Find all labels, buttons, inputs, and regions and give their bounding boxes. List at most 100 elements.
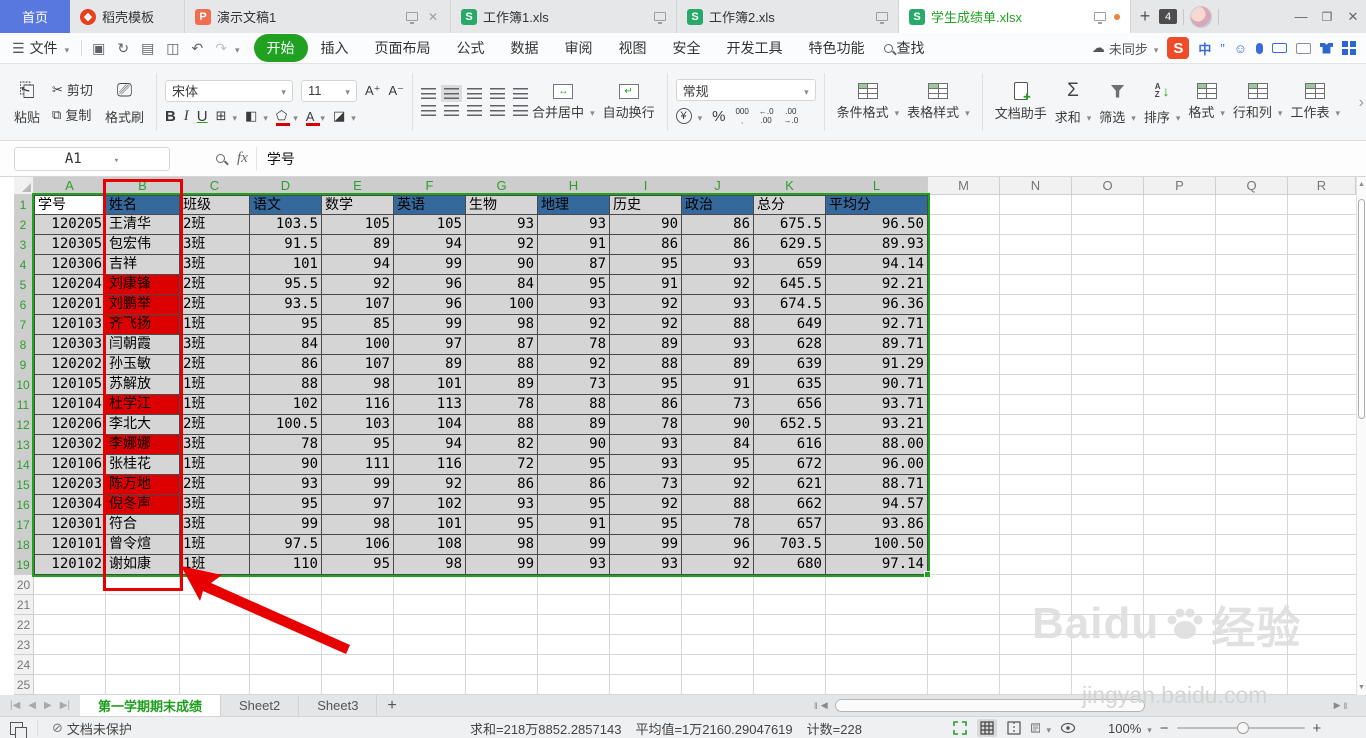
cell-I10[interactable]: 95: [610, 375, 682, 395]
row-header-21[interactable]: 21: [14, 595, 34, 615]
cell-L15[interactable]: 88.71: [826, 475, 928, 495]
col-header-P[interactable]: P: [1144, 177, 1216, 195]
cell-E4[interactable]: 94: [322, 255, 394, 275]
cell-F19[interactable]: 98: [394, 555, 466, 575]
cell-G14[interactable]: 72: [466, 455, 538, 475]
thousands-button[interactable]: 000,: [735, 107, 748, 125]
cell-J9[interactable]: 89: [682, 355, 754, 375]
cell-F9[interactable]: 89: [394, 355, 466, 375]
cut-button[interactable]: ✂ 剪切: [52, 80, 93, 99]
eye-protection-button[interactable]: [1058, 719, 1078, 737]
cell-K11[interactable]: 656: [754, 395, 826, 415]
cell-L6[interactable]: 96.36: [826, 295, 928, 315]
cell-B11[interactable]: 杜学江: [106, 395, 180, 415]
tab-formulas[interactable]: 公式: [444, 34, 498, 62]
cell-G6[interactable]: 100: [466, 295, 538, 315]
col-header-J[interactable]: J: [682, 177, 754, 195]
cell-H19[interactable]: 93: [538, 555, 610, 575]
tab-workbook2[interactable]: S 工作簿2.xls: [677, 0, 899, 33]
cell-G12[interactable]: 88: [466, 415, 538, 435]
cell-H2[interactable]: 93: [538, 215, 610, 235]
cell-F8[interactable]: 97: [394, 335, 466, 355]
cell-C12[interactable]: 2班: [180, 415, 250, 435]
cell-C1[interactable]: 班级: [180, 195, 250, 215]
cell-L5[interactable]: 92.21: [826, 275, 928, 295]
cell-I1[interactable]: 历史: [610, 195, 682, 215]
cell-A2[interactable]: 120205: [34, 215, 106, 235]
cell-G5[interactable]: 84: [466, 275, 538, 295]
cell-B15[interactable]: 陈万地: [106, 475, 180, 495]
cell-K5[interactable]: 645.5: [754, 275, 826, 295]
cell-G4[interactable]: 90: [466, 255, 538, 275]
cell-I8[interactable]: 89: [610, 335, 682, 355]
formula-input[interactable]: 学号: [255, 146, 1366, 171]
cell-L10[interactable]: 90.71: [826, 375, 928, 395]
close-button[interactable]: [1340, 0, 1366, 33]
horizontal-scroll-track[interactable]: [831, 699, 1331, 712]
row-header-13[interactable]: 13: [14, 435, 34, 455]
cell-F14[interactable]: 116: [394, 455, 466, 475]
cell-G7[interactable]: 98: [466, 315, 538, 335]
cell-J3[interactable]: 86: [682, 235, 754, 255]
cell-F18[interactable]: 108: [394, 535, 466, 555]
tab-view[interactable]: 视图: [606, 34, 660, 62]
col-header-E[interactable]: E: [322, 177, 394, 195]
col-header-A[interactable]: A: [34, 177, 106, 195]
increase-font-icon[interactable]: A⁺: [365, 83, 381, 99]
row-header-15[interactable]: 15: [14, 475, 34, 495]
cell-H12[interactable]: 89: [538, 415, 610, 435]
decrease-indent-icon[interactable]: [490, 88, 506, 99]
first-sheet-icon[interactable]: |◀: [10, 700, 20, 711]
row-header-19[interactable]: 19: [14, 555, 34, 575]
cell-A19[interactable]: 120102: [34, 555, 106, 575]
cell-H10[interactable]: 73: [538, 375, 610, 395]
name-box[interactable]: A1: [14, 146, 170, 171]
cell-G11[interactable]: 78: [466, 395, 538, 415]
cell-E9[interactable]: 107: [322, 355, 394, 375]
cell-H6[interactable]: 93: [538, 295, 610, 315]
zoom-slider-knob[interactable]: [1236, 722, 1249, 734]
cell-L13[interactable]: 88.00: [826, 435, 928, 455]
undo-icon[interactable]: ↶: [186, 40, 210, 57]
cell-G3[interactable]: 92: [466, 235, 538, 255]
cell-L12[interactable]: 93.21: [826, 415, 928, 435]
export-pdf-icon[interactable]: ↻: [111, 40, 135, 57]
find-button[interactable]: 查找: [883, 38, 925, 58]
quickbar-chevron-icon[interactable]: [233, 40, 240, 56]
print-preview-icon[interactable]: ◫: [160, 40, 185, 57]
zoom-formula-icon[interactable]: [216, 154, 225, 163]
cell-J6[interactable]: 93: [682, 295, 754, 315]
col-header-K[interactable]: K: [754, 177, 826, 195]
cell-J12[interactable]: 90: [682, 415, 754, 435]
cell-A8[interactable]: 120303: [34, 335, 106, 355]
apps-grid-icon[interactable]: [1342, 41, 1348, 47]
cell-I5[interactable]: 91: [610, 275, 682, 295]
cell-D4[interactable]: 101: [250, 255, 322, 275]
row-header-10[interactable]: 10: [14, 375, 34, 395]
cell-B6[interactable]: 刘鹏举: [106, 295, 180, 315]
sheet-tab-sheet3[interactable]: Sheet3: [299, 695, 378, 716]
cell-E18[interactable]: 106: [322, 535, 394, 555]
cell-A10[interactable]: 120105: [34, 375, 106, 395]
cell-D3[interactable]: 91.5: [250, 235, 322, 255]
cell-E12[interactable]: 103: [322, 415, 394, 435]
doc-assistant-button[interactable]: 文档助手: [991, 80, 1051, 124]
row-header-16[interactable]: 16: [14, 495, 34, 515]
prev-sheet-icon[interactable]: ◀: [28, 700, 36, 711]
cell-C3[interactable]: 3班: [180, 235, 250, 255]
cell-E2[interactable]: 105: [322, 215, 394, 235]
cell-E6[interactable]: 107: [322, 295, 394, 315]
cell-F5[interactable]: 96: [394, 275, 466, 295]
zoom-out-button[interactable]: −: [1160, 720, 1169, 737]
wrap-text-button[interactable]: ↵ 自动换行: [599, 82, 659, 123]
cell-A4[interactable]: 120306: [34, 255, 106, 275]
increase-indent-icon[interactable]: [513, 88, 529, 99]
decrease-decimal-button[interactable]: .00 →.0: [784, 107, 799, 125]
cell-F12[interactable]: 104: [394, 415, 466, 435]
row-header-1[interactable]: 1: [14, 195, 34, 215]
add-sheet-button[interactable]: +: [377, 695, 406, 716]
cell-I13[interactable]: 93: [610, 435, 682, 455]
cell-J13[interactable]: 84: [682, 435, 754, 455]
cell-D9[interactable]: 86: [250, 355, 322, 375]
next-sheet-icon[interactable]: ▶: [44, 700, 52, 711]
